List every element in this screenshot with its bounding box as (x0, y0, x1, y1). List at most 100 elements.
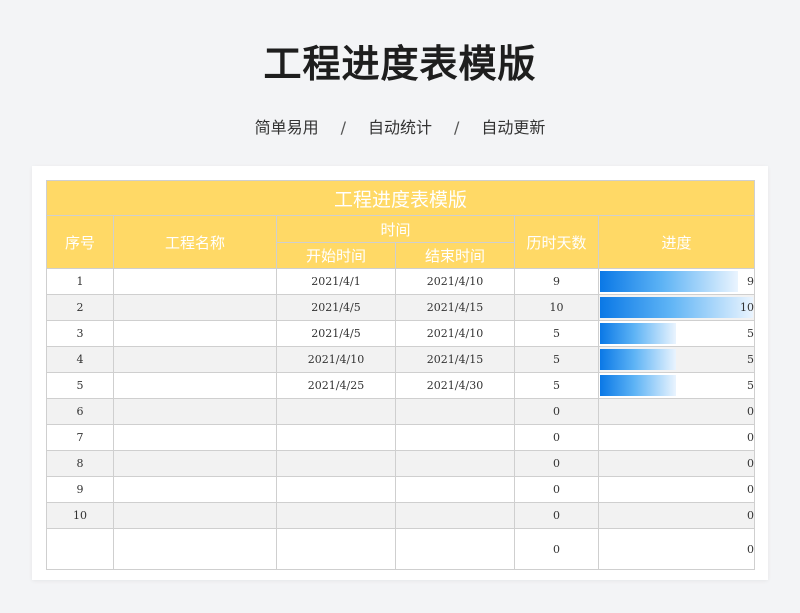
table-row: 10 0 0 (46, 502, 756, 529)
cell-name[interactable] (113, 268, 277, 295)
tag-auto-update: 自动更新 (481, 118, 546, 137)
cell-start-date[interactable] (276, 450, 396, 477)
table-row: 1 2021/4/1 2021/4/10 9 9 (46, 268, 756, 295)
cell-progress[interactable]: 5 (597, 320, 756, 347)
cell-end-date[interactable] (395, 424, 515, 451)
cell-days[interactable]: 9 (514, 268, 599, 295)
cell-days[interactable]: 5 (514, 320, 599, 347)
cell-progress[interactable]: 0 (597, 450, 756, 477)
tag-separator: / (454, 118, 460, 137)
cell-progress[interactable]: 9 (597, 268, 756, 295)
page-title: 工程进度表模版 (263, 42, 537, 86)
cell-progress[interactable]: 0 (597, 528, 756, 570)
table-row: 8 0 0 (46, 450, 756, 477)
cell-end-date[interactable]: 2021/4/15 (395, 294, 515, 321)
cell-start-date[interactable]: 2021/4/5 (276, 320, 396, 347)
cell-start-date[interactable] (276, 424, 396, 451)
progress-value: 0 (747, 405, 755, 418)
progress-value: 0 (747, 431, 755, 444)
cell-end-date[interactable]: 2021/4/10 (395, 268, 515, 295)
cell-start-date[interactable] (276, 398, 396, 425)
progress-value: 0 (747, 509, 755, 522)
cell-end-date[interactable] (395, 502, 515, 529)
cell-index[interactable] (46, 528, 114, 570)
tag-auto-stats: 自动统计 (367, 118, 432, 137)
cell-days[interactable]: 0 (514, 502, 599, 529)
cell-days[interactable]: 10 (514, 294, 599, 321)
table-row: 00 (46, 528, 756, 570)
cell-days[interactable]: 0 (514, 398, 599, 425)
progress-bar (600, 375, 676, 396)
cell-start-date[interactable] (276, 528, 396, 570)
cell-end-date[interactable] (395, 476, 515, 503)
cell-progress[interactable]: 0 (597, 398, 756, 425)
cell-index[interactable]: 3 (46, 320, 114, 347)
cell-index[interactable]: 8 (46, 450, 114, 477)
cell-days[interactable]: 0 (514, 528, 599, 570)
sheet-title: 工程进度表模版 (45, 180, 756, 216)
cell-name[interactable] (113, 424, 277, 451)
cell-start-date[interactable] (276, 476, 396, 503)
cell-index[interactable]: 10 (46, 502, 114, 529)
cell-progress[interactable]: 10 (597, 294, 756, 321)
cell-end-date[interactable] (395, 450, 515, 477)
cell-progress[interactable]: 0 (597, 476, 756, 503)
tag-separator: / (340, 118, 346, 137)
progress-value: 10 (740, 301, 755, 314)
cell-name[interactable] (113, 346, 277, 373)
cell-end-date[interactable] (395, 528, 515, 570)
progress-bar (600, 323, 676, 344)
tag-easy: 简单易用 (254, 118, 319, 137)
cell-start-date[interactable]: 2021/4/1 (276, 268, 396, 295)
cell-days[interactable]: 5 (514, 372, 599, 399)
progress-table: 工程进度表模版 序号 工程名称 时间 历时天数 进度 开始时间 结束时间 1 20… (45, 180, 756, 570)
cell-start-date[interactable] (276, 502, 396, 529)
cell-name[interactable] (113, 398, 277, 425)
cell-end-date[interactable] (395, 398, 515, 425)
progress-bar (600, 271, 738, 292)
header-progress: 进度 (597, 215, 756, 269)
tagline: 简单易用 / 自动统计 / 自动更新 (0, 114, 800, 138)
progress-value: 0 (747, 457, 755, 470)
progress-bar (600, 349, 676, 370)
cell-index[interactable]: 4 (46, 346, 114, 373)
cell-progress[interactable]: 0 (597, 502, 756, 529)
header-index: 序号 (46, 215, 114, 269)
progress-bar (600, 297, 754, 318)
cell-start-date[interactable]: 2021/4/10 (276, 346, 396, 373)
cell-name[interactable] (113, 476, 277, 503)
progress-value: 5 (747, 353, 755, 366)
cell-progress[interactable]: 5 (597, 372, 756, 399)
cell-name[interactable] (113, 502, 277, 529)
header-days: 历时天数 (514, 215, 599, 269)
cell-days[interactable]: 0 (514, 476, 599, 503)
cell-days[interactable]: 0 (514, 450, 599, 477)
table-row: 9 0 0 (46, 476, 756, 503)
table-row: 5 2021/4/25 2021/4/30 5 5 (46, 372, 756, 399)
cell-index[interactable]: 6 (46, 398, 114, 425)
cell-index[interactable]: 5 (46, 372, 114, 399)
cell-progress[interactable]: 5 (597, 346, 756, 373)
cell-progress[interactable]: 0 (597, 424, 756, 451)
cell-end-date[interactable]: 2021/4/30 (395, 372, 515, 399)
header-end: 结束时间 (395, 242, 515, 269)
progress-value: 5 (747, 327, 755, 340)
spreadsheet-card: 工程进度表模版 序号 工程名称 时间 历时天数 进度 开始时间 结束时间 1 20… (32, 166, 768, 580)
cell-start-date[interactable]: 2021/4/5 (276, 294, 396, 321)
cell-end-date[interactable]: 2021/4/15 (395, 346, 515, 373)
cell-index[interactable]: 2 (46, 294, 114, 321)
cell-index[interactable]: 7 (46, 424, 114, 451)
table-row: 3 2021/4/5 2021/4/10 5 5 (46, 320, 756, 347)
cell-index[interactable]: 9 (46, 476, 114, 503)
progress-value: 0 (747, 542, 755, 556)
cell-start-date[interactable]: 2021/4/25 (276, 372, 396, 399)
cell-name[interactable] (113, 450, 277, 477)
cell-days[interactable]: 5 (514, 346, 599, 373)
cell-name[interactable] (113, 372, 277, 399)
cell-index[interactable]: 1 (46, 268, 114, 295)
cell-name[interactable] (113, 528, 277, 570)
cell-end-date[interactable]: 2021/4/10 (395, 320, 515, 347)
cell-name[interactable] (113, 320, 277, 347)
cell-days[interactable]: 0 (514, 424, 599, 451)
cell-name[interactable] (113, 294, 277, 321)
